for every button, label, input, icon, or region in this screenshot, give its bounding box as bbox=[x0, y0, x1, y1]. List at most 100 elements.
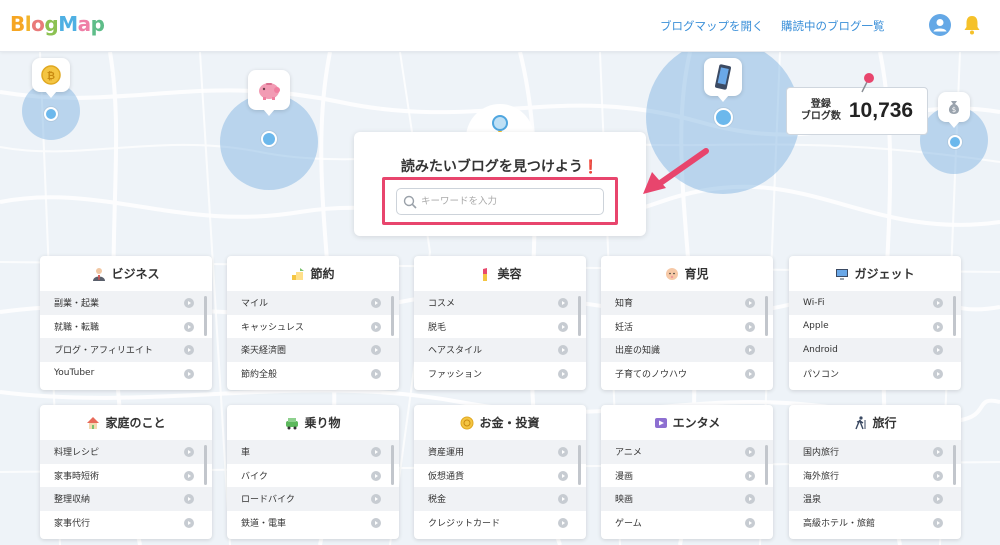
category-item-link[interactable]: 妊活 bbox=[601, 315, 773, 339]
category-item-link[interactable]: 子育てのノウハウ bbox=[601, 362, 773, 386]
category-item-link[interactable]: アニメ bbox=[601, 440, 773, 464]
category-card-header[interactable]: 節約 bbox=[227, 256, 399, 291]
chevron-right-icon bbox=[371, 368, 381, 379]
category-item-link[interactable]: ファッション bbox=[414, 362, 586, 386]
category-item-link[interactable]: バイク bbox=[227, 464, 399, 488]
subscribed-blogs-link[interactable]: 購読中のブログ一覧 bbox=[781, 18, 885, 34]
map-bubble-phone[interactable] bbox=[704, 58, 742, 102]
category-item-link[interactable]: 就職・転職 bbox=[40, 315, 212, 339]
card-scrollbar[interactable] bbox=[204, 296, 207, 336]
category-item-link[interactable]: 車 bbox=[227, 440, 399, 464]
category-item-link[interactable]: 国内旅行 bbox=[789, 440, 961, 464]
card-scrollbar[interactable] bbox=[765, 445, 768, 485]
map-bubble-coin[interactable]: ₿ bbox=[32, 58, 70, 98]
category-title: 美容 bbox=[497, 267, 522, 281]
category-item-link[interactable]: 楽天経済圏 bbox=[227, 338, 399, 362]
category-title: ビジネス bbox=[111, 267, 160, 281]
user-avatar-icon[interactable] bbox=[929, 14, 951, 36]
chevron-right-icon bbox=[558, 368, 568, 379]
card-scrollbar[interactable] bbox=[765, 296, 768, 336]
card-scrollbar[interactable] bbox=[204, 445, 207, 485]
card-scrollbar[interactable] bbox=[953, 296, 956, 336]
category-item-link[interactable]: パソコン bbox=[789, 362, 961, 386]
logo-letter: M bbox=[58, 12, 78, 36]
category-item-link[interactable]: Apple bbox=[789, 315, 961, 339]
card-scrollbar[interactable] bbox=[953, 445, 956, 485]
card-scrollbar[interactable] bbox=[578, 296, 581, 336]
category-item-link[interactable]: 副業・起業 bbox=[40, 291, 212, 315]
logo-letter: o bbox=[31, 12, 45, 36]
chevron-right-icon bbox=[184, 517, 194, 528]
category-item-label: 料理レシピ bbox=[54, 448, 100, 459]
card-scrollbar[interactable] bbox=[391, 296, 394, 336]
map-bubble-piggy[interactable] bbox=[248, 70, 290, 116]
map-bubble-moneybag[interactable]: $ bbox=[938, 92, 970, 128]
category-title: ガジェット bbox=[854, 267, 915, 281]
blogmap-logo[interactable]: BlogMap bbox=[10, 12, 105, 36]
category-item-link[interactable]: ロードバイク bbox=[227, 487, 399, 511]
search-field[interactable] bbox=[396, 188, 604, 215]
map-pin-dot[interactable] bbox=[44, 107, 58, 121]
search-input[interactable] bbox=[421, 189, 601, 214]
category-item-link[interactable]: 映画 bbox=[601, 487, 773, 511]
category-item-link[interactable]: ヘアスタイル bbox=[414, 338, 586, 362]
category-card-header[interactable]: 家庭のこと bbox=[40, 405, 212, 440]
category-item-link[interactable]: Android bbox=[789, 338, 961, 362]
chevron-right-icon bbox=[745, 517, 755, 528]
category-item-label: バイク bbox=[241, 471, 268, 482]
card-scrollbar[interactable] bbox=[391, 445, 394, 485]
map-pin-dot[interactable] bbox=[948, 135, 962, 149]
map-pin-dot[interactable] bbox=[714, 108, 733, 127]
chevron-right-icon bbox=[184, 470, 194, 481]
category-item-link[interactable]: 漫画 bbox=[601, 464, 773, 488]
category-card-header[interactable]: 育児 bbox=[601, 256, 773, 291]
category-item-link[interactable]: 節約全般 bbox=[227, 362, 399, 386]
open-blogmap-link[interactable]: ブログマップを開く bbox=[660, 18, 764, 34]
category-card-header[interactable]: エンタメ bbox=[601, 405, 773, 440]
category-card-header[interactable]: ガジェット bbox=[789, 256, 961, 291]
category-item-link[interactable]: 家事代行 bbox=[40, 511, 212, 535]
category-item-link[interactable]: YouTuber bbox=[40, 362, 212, 386]
category-item-link[interactable]: 高級ホテル・旅館 bbox=[789, 511, 961, 535]
category-item-link[interactable]: マイル bbox=[227, 291, 399, 315]
category-item-link[interactable]: 料理レシピ bbox=[40, 440, 212, 464]
category-item-link[interactable]: 知育 bbox=[601, 291, 773, 315]
category-card: 美容コスメ 脱毛 ヘアスタイル ファッション bbox=[414, 256, 586, 390]
category-card-header[interactable]: 美容 bbox=[414, 256, 586, 291]
category-card-header[interactable]: ビジネス bbox=[40, 256, 212, 291]
chevron-right-icon bbox=[933, 470, 943, 481]
category-item-link[interactable]: 脱毛 bbox=[414, 315, 586, 339]
chevron-right-icon bbox=[933, 368, 943, 379]
video-icon bbox=[654, 416, 668, 430]
category-item-link[interactable]: 家事時短術 bbox=[40, 464, 212, 488]
category-item-link[interactable]: クレジットカード bbox=[414, 511, 586, 535]
category-item-link[interactable]: 温泉 bbox=[789, 487, 961, 511]
category-item-label: 整理収納 bbox=[54, 495, 91, 506]
card-scrollbar[interactable] bbox=[578, 445, 581, 485]
category-item-label: ゲーム bbox=[615, 518, 642, 529]
category-item-link[interactable]: 仮想通貨 bbox=[414, 464, 586, 488]
category-card-header[interactable]: 乗り物 bbox=[227, 405, 399, 440]
category-item-link[interactable]: 海外旅行 bbox=[789, 464, 961, 488]
category-item-link[interactable]: 税金 bbox=[414, 487, 586, 511]
category-item-link[interactable]: キャッシュレス bbox=[227, 315, 399, 339]
category-item-label: マイル bbox=[241, 299, 269, 310]
category-item-link[interactable]: Wi-Fi bbox=[789, 291, 961, 315]
category-card: お金・投資 資産運用 仮想通貨 税金 クレジットカード bbox=[414, 405, 586, 539]
map-pin-dot[interactable] bbox=[261, 131, 277, 147]
category-card-header[interactable]: 旅行 bbox=[789, 405, 961, 440]
category-item-label: Apple bbox=[803, 321, 829, 332]
category-item-label: 就職・転職 bbox=[54, 322, 100, 333]
category-item-link[interactable]: 鉄道・電車 bbox=[227, 511, 399, 535]
category-card: 乗り物車バイクロードバイク 鉄道・電車 bbox=[227, 405, 399, 539]
category-item-link[interactable]: 資産運用 bbox=[414, 440, 586, 464]
bell-icon[interactable] bbox=[962, 14, 982, 36]
category-item-link[interactable]: コスメ bbox=[414, 291, 586, 315]
category-title: 家庭のこと bbox=[105, 416, 166, 430]
category-item-label: 国内旅行 bbox=[803, 448, 840, 459]
category-item-link[interactable]: ゲーム bbox=[601, 511, 773, 535]
category-item-link[interactable]: 出産の知識 bbox=[601, 338, 773, 362]
category-card-header[interactable]: お金・投資 bbox=[414, 405, 586, 440]
category-item-link[interactable]: ブログ・アフィリエイト bbox=[40, 338, 212, 362]
category-item-link[interactable]: 整理収納 bbox=[40, 487, 212, 511]
